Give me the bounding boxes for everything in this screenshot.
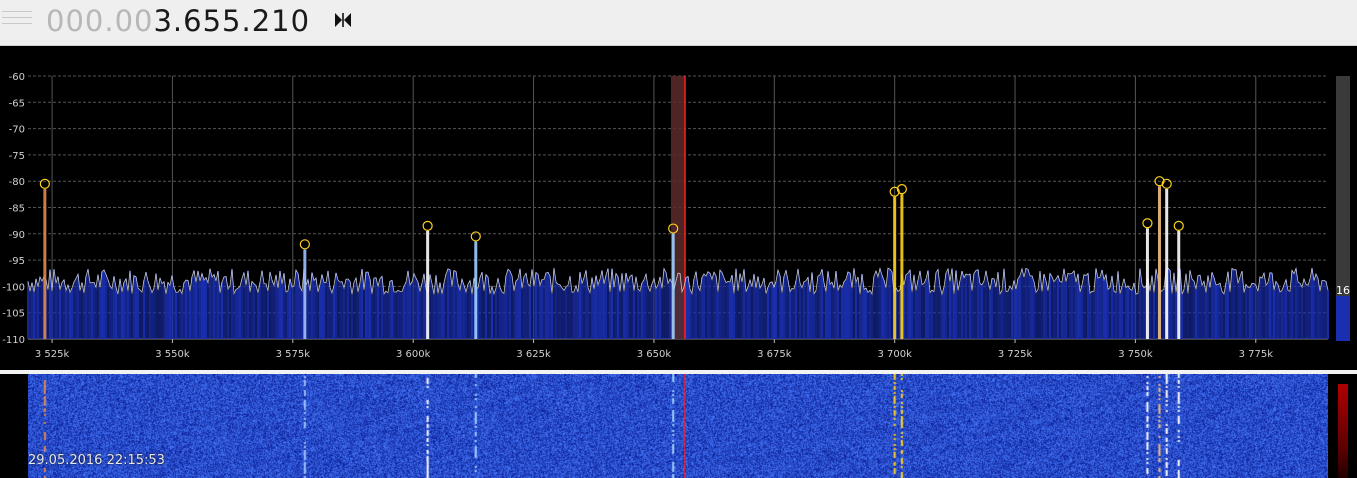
swap-icon-glyph — [335, 13, 351, 27]
x-tick-label: 3 700k — [877, 349, 912, 360]
peak-marker[interactable] — [470, 231, 481, 242]
swap-icon[interactable] — [333, 10, 353, 30]
x-axis-labels: 3 525k 3 550k 3 575k 3 600k 3 625k 3 650k 3 67… — [35, 349, 1273, 360]
peak-marker[interactable] — [39, 178, 50, 189]
waterfall-timestamp: 29.05.2016 22:15:53 — [28, 453, 165, 468]
peak-marker[interactable] — [1173, 220, 1184, 232]
toolbar: 000.003.655.210 — [0, 0, 1357, 46]
x-tick-label: 3 525k — [35, 349, 70, 360]
x-tick-label: 3 650k — [637, 349, 672, 360]
peak-marker[interactable] — [422, 220, 433, 232]
waterfall-canvas — [28, 374, 1328, 478]
x-tick-label: 3 600k — [396, 349, 431, 360]
y-tick-label: -65 — [9, 98, 25, 109]
y-axis-labels: -60 -65 -70 -75 -80 -85 -90 -95 -100 -105 -110 — [2, 72, 25, 346]
x-tick-label: 3 750k — [1118, 349, 1153, 360]
y-tick-label: -100 — [2, 282, 25, 293]
y-tick-label: -70 — [9, 125, 25, 136]
peak-marker[interactable] — [299, 239, 310, 250]
level-meter[interactable]: 16 — [1336, 76, 1350, 341]
waterfall-level-bar — [1338, 384, 1348, 478]
x-tick-label: 3 675k — [757, 349, 792, 360]
waterfall-display[interactable]: 29.05.2016 22:15:53 — [0, 374, 1357, 478]
y-tick-label: -80 — [9, 177, 25, 188]
frequency-display[interactable]: 000.003.655.210 — [46, 3, 310, 39]
frequency-prefix: 000.00 — [46, 4, 154, 38]
x-tick-label: 3 625k — [516, 349, 551, 360]
x-tick-label: 3 725k — [998, 349, 1033, 360]
level-meter-fill — [1336, 296, 1350, 341]
y-tick-label: -85 — [9, 204, 25, 215]
x-tick-label: 3 575k — [276, 349, 311, 360]
drag-handle-icon[interactable] — [0, 6, 34, 36]
x-tick-label: 3 775k — [1239, 349, 1274, 360]
frequency-value: 3.655.210 — [153, 4, 311, 38]
y-tick-label: -60 — [9, 72, 25, 83]
y-tick-label: -110 — [2, 335, 25, 346]
y-tick-label: -90 — [9, 230, 25, 241]
y-tick-label: -95 — [9, 256, 25, 267]
y-tick-label: -75 — [9, 151, 25, 162]
level-meter-value: 16 — [1336, 284, 1350, 297]
x-tick-label: 3 550k — [155, 349, 190, 360]
peak-marker[interactable] — [1142, 218, 1153, 229]
spectrum-plot[interactable]: -60 -65 -70 -75 -80 -85 -90 -95 -100 -105 -110 3 5… — [0, 46, 1357, 370]
y-tick-label: -105 — [2, 309, 25, 320]
